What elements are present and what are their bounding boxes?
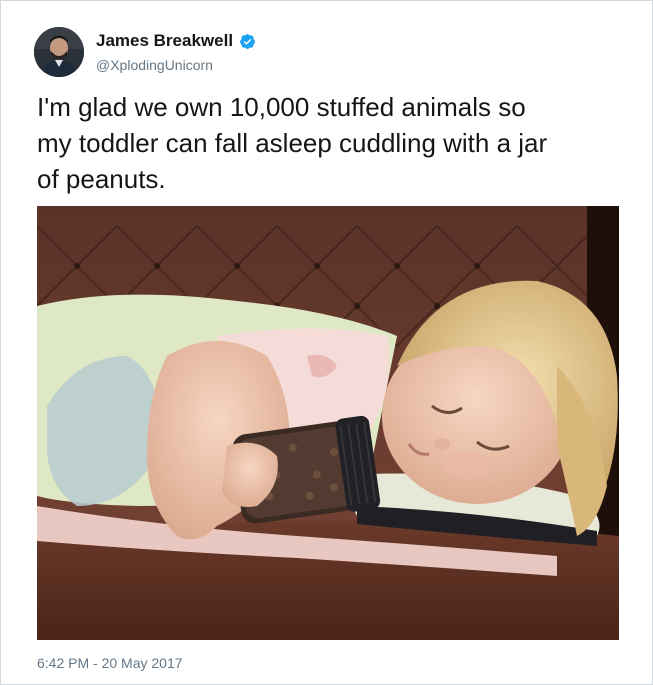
- author-display-name[interactable]: James Breakwell: [96, 31, 233, 51]
- tweet-card: James Breakwell @XplodingUnicorn I'm gla…: [0, 0, 653, 685]
- verified-badge-icon: [240, 33, 255, 49]
- tweet-timestamp[interactable]: 6:42 PM - 20 May 2017: [37, 655, 183, 671]
- author-name-row: James Breakwell: [96, 31, 256, 51]
- tweet-photo[interactable]: [37, 206, 619, 640]
- author-handle[interactable]: @XplodingUnicorn: [96, 57, 213, 73]
- avatar-image: [34, 27, 84, 77]
- avatar[interactable]: [34, 27, 84, 77]
- photo-image: [37, 206, 619, 640]
- tweet-text: I'm glad we own 10,000 stuffed animals s…: [37, 92, 548, 194]
